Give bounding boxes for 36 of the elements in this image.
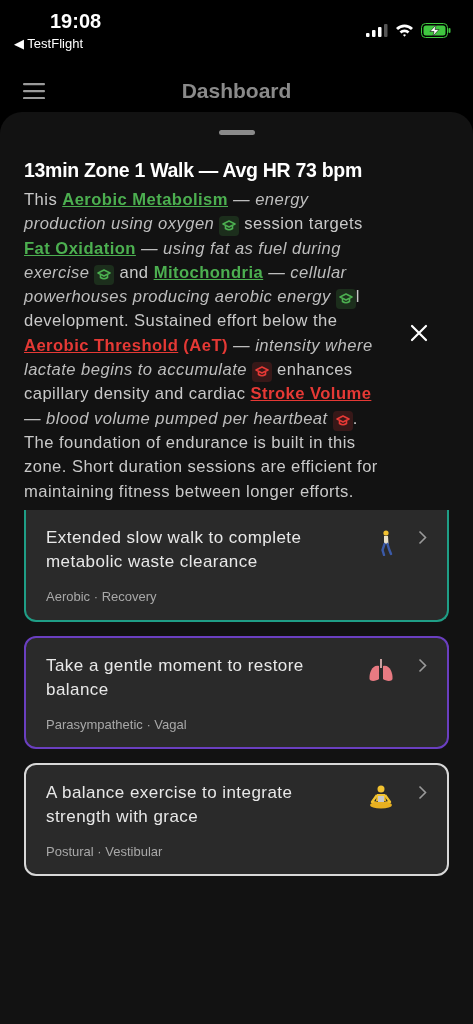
activity-card[interactable]: Extended slow walk to complete metabolic waste clearance Aerobic · Recovery <box>24 509 449 622</box>
card-title: Extended slow walk to complete metabolic waste clearance <box>46 526 303 574</box>
session-description: This Aerobic Metabolism — energy production using oxygen session targets Fat Oxidation — using fat as fuel during exercise and Mitochondria — cellular powerhouses producing aerobic energy l development. Sustained effort below the Aerobic Threshold (AeT) — intensity where lactate begins to accumulate enhances capillary density and cardiac Stroke Volume — blood volume pumped per heartbeat . The foundation of endurance is built in this zone. Short duration sessions are efficient for maintaining fitness between longer efforts. <box>24 189 379 503</box>
status-time: 19:08 <box>50 10 102 33</box>
activity-card[interactable]: A balance exercise to integrate strength with grace Postural · Vestibular <box>24 762 449 876</box>
graduation-cap-icon[interactable] <box>219 216 240 237</box>
back-to-app-link[interactable]: ◀ TestFlight <box>14 36 83 51</box>
graduation-cap-icon[interactable] <box>94 264 115 285</box>
signal-icon <box>366 23 388 37</box>
meditating-person-icon <box>368 784 394 809</box>
card-title: A balance exercise to integrate strength with grace <box>46 781 294 829</box>
term-link[interactable]: Aerobic Metabolism <box>62 190 228 209</box>
graduation-cap-icon[interactable] <box>335 289 356 310</box>
card-tags: Parasympathetic · Vagal <box>46 716 360 732</box>
chevron-right-icon <box>418 529 427 545</box>
screen-title: Dashboard <box>181 79 292 103</box>
walking-person-icon <box>378 529 394 556</box>
menu-icon[interactable] <box>23 83 45 99</box>
battery-charging-icon <box>421 22 451 38</box>
term-link[interactable]: Mitochondria <box>153 262 264 282</box>
term-link[interactable]: Fat Oxidation <box>24 238 136 258</box>
graduation-cap-icon[interactable] <box>252 362 272 383</box>
card-title: Take a gentle moment to restore balance <box>46 654 305 702</box>
card-tags: Postural · Vestibular <box>46 843 360 859</box>
sheet-grabber[interactable] <box>218 130 255 135</box>
wifi-icon <box>395 23 414 37</box>
chevron-right-icon <box>418 657 427 673</box>
card-tags: Aerobic · Recovery <box>46 588 370 604</box>
term-link[interactable]: Stroke Volume <box>250 384 372 404</box>
lungs-icon <box>368 657 394 682</box>
term-link[interactable]: Aerobic Threshold <box>24 335 179 355</box>
graduation-cap-icon[interactable] <box>332 410 353 431</box>
close-icon[interactable] <box>410 324 428 342</box>
session-title: 13min Zone 1 Walk — Avg HR 73 bpm <box>24 159 363 182</box>
activity-card[interactable]: Take a gentle moment to restore balance Parasympathetic · Vagal <box>24 635 449 749</box>
chevron-right-icon <box>418 784 427 800</box>
